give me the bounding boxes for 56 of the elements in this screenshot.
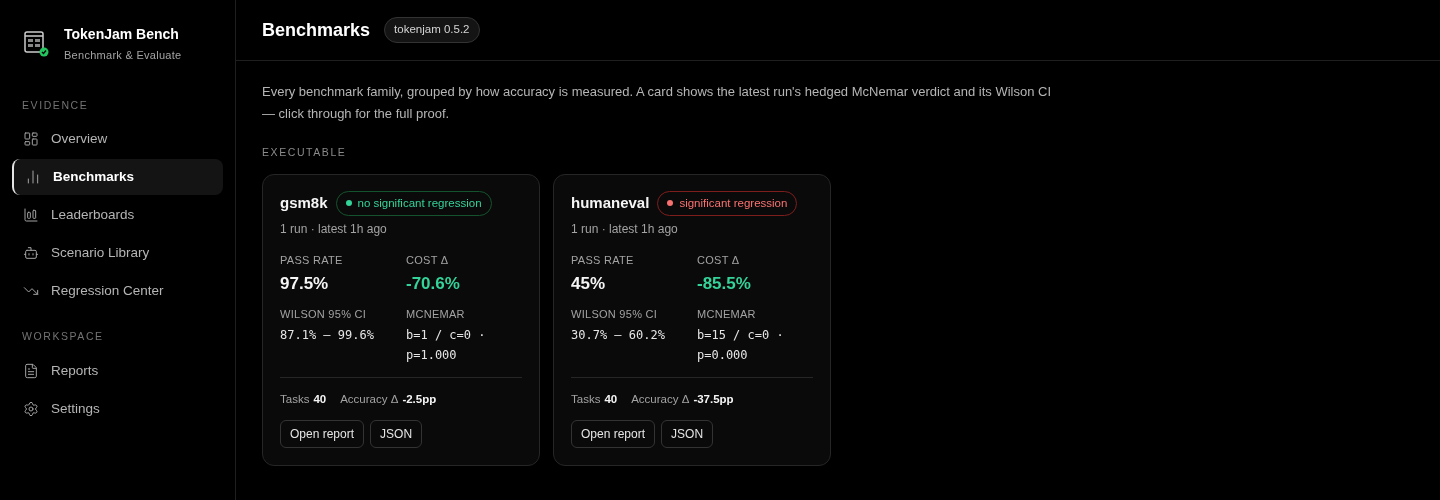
- dashboard-icon: [23, 131, 39, 148]
- json-button[interactable]: JSON: [370, 419, 423, 448]
- stat-label: MCNEMAR: [406, 307, 466, 322]
- nav-item[interactable]: Overview: [12, 121, 223, 158]
- pass-rate: 45%: [571, 272, 607, 295]
- group-heading: EXECUTABLE: [262, 145, 348, 160]
- nav-item[interactable]: Leaderboards: [12, 197, 223, 234]
- version-badge: tokenjam 0.5.2: [384, 17, 480, 43]
- bar-chart-icon: [25, 169, 41, 186]
- section-heading: WORKSPACE: [21, 329, 105, 345]
- stat-label: COST Δ: [406, 253, 450, 268]
- stat-label: WILSON 95% CI: [280, 307, 368, 322]
- nav-item[interactable]: Scenario Library: [12, 235, 223, 272]
- task-count: 40: [313, 391, 327, 407]
- accuracy-delta: -2.5pp: [402, 391, 437, 407]
- robot-icon: [23, 245, 39, 262]
- task-count: 40: [604, 391, 618, 407]
- app-name: TokenJam Bench: [64, 25, 180, 44]
- column-chart-icon: [23, 207, 39, 224]
- accuracy-delta: -37.5pp: [693, 391, 734, 407]
- section-heading: EVIDENCE: [21, 97, 90, 113]
- document-icon: [23, 363, 39, 379]
- confidence-interval: 87.1% — 99.6%: [280, 326, 375, 344]
- stat-label: Tasks: [571, 391, 601, 407]
- stat-label: WILSON 95% CI: [571, 307, 659, 322]
- confidence-interval: 30.7% — 60.2%: [571, 326, 666, 344]
- run-meta: 1 run · latest 1h ago: [280, 221, 388, 238]
- nav-item[interactable]: Regression Center: [12, 273, 223, 310]
- json-button[interactable]: JSON: [661, 419, 714, 448]
- stat-label: PASS RATE: [280, 253, 344, 268]
- nav-item[interactable]: Settings: [12, 391, 223, 427]
- mcnemar-result: b=15 / c=0 · p=0.000: [697, 326, 785, 364]
- stat-label: Accuracy Δ: [340, 391, 399, 407]
- benchmark-name: gsm8k: [280, 193, 328, 214]
- intro-text: Every benchmark family, grouped by how accuracy is measured. A card shows the latest run's hedged McNemar verdict and its Wilson CI — click through for the full proof.: [262, 83, 1052, 123]
- open-report-button[interactable]: Open report: [280, 419, 365, 448]
- stat-label: COST Δ: [697, 253, 741, 268]
- stat-label: Tasks: [280, 391, 310, 407]
- nav-item[interactable]: Benchmarks: [12, 159, 223, 196]
- cost-delta: -85.5%: [697, 272, 752, 295]
- pass-rate: 97.5%: [280, 272, 330, 295]
- run-meta: 1 run · latest 1h ago: [571, 221, 679, 238]
- app-subtitle: Benchmark & Evaluate: [64, 48, 182, 63]
- stat-label: PASS RATE: [571, 253, 635, 268]
- stat-label: Accuracy Δ: [631, 391, 690, 407]
- settings-icon: [23, 401, 39, 417]
- nav-item[interactable]: Reports: [12, 353, 223, 389]
- app-logo-icon: [24, 29, 50, 58]
- benchmark-card[interactable]: humaneval significant regression 1 run · latest 1h ago PASS RATE 45% COST Δ -85.5% WILSON 95% CI 30.7% — 60.2% MCNEMAR b=15 / c=0 · p=0.000 Tasks 40 Accuracy Δ -37.5pp Open report JSON: [553, 173, 831, 466]
- benchmark-card[interactable]: gsm8k no significant regression 1 run · latest 1h ago PASS RATE 97.5% COST Δ -70.6% WILSON 95% CI 87.1% — 99.6% MCNEMAR b=1 / c=0 · p=1.000 Tasks 40 Accuracy Δ -2.5pp Open report JSON: [262, 173, 540, 466]
- cost-delta: -70.6%: [406, 272, 461, 295]
- benchmark-name: humaneval: [571, 193, 650, 214]
- open-report-button[interactable]: Open report: [571, 419, 656, 448]
- page-title: Benchmarks: [262, 18, 371, 42]
- stat-label: MCNEMAR: [697, 307, 757, 322]
- mcnemar-result: b=1 / c=0 · p=1.000: [406, 326, 487, 364]
